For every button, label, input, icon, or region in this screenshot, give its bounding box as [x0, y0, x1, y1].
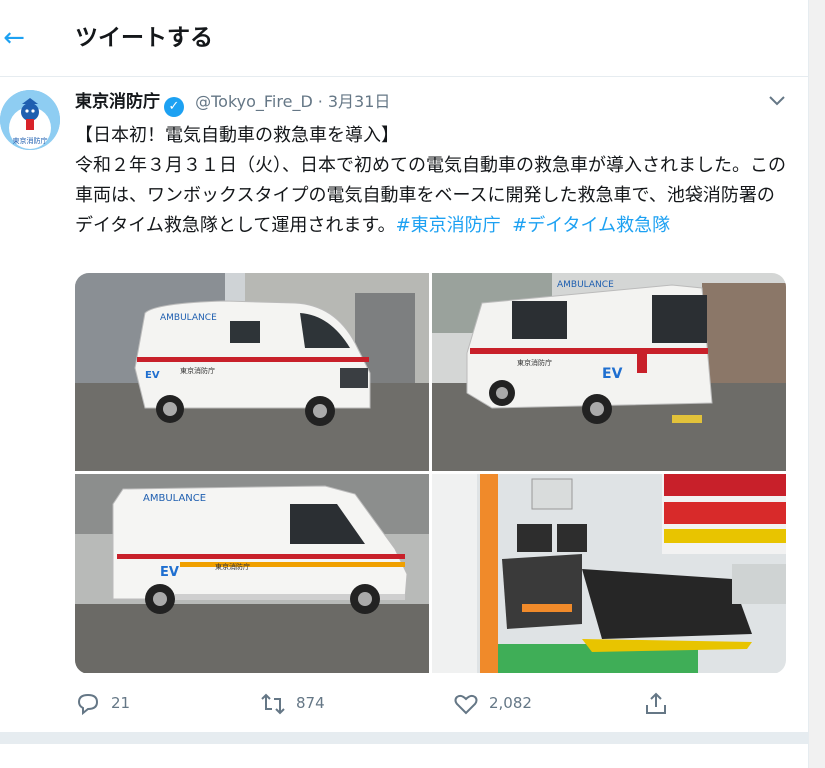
media-grid: AMBULANCE EV 東京消防庁 AMBULANCE EV 東京消防庁 AM…	[75, 273, 786, 674]
tweet-headline: 【日本初！電気自動車の救急車を導入】	[75, 125, 399, 146]
media-photo-1[interactable]: AMBULANCE EV 東京消防庁	[75, 273, 429, 471]
more-options-button[interactable]	[766, 91, 788, 113]
separator-dot: ·	[317, 92, 323, 111]
page-header: ← ツイートする	[0, 0, 808, 77]
svg-text:東京消防庁: 東京消防庁	[13, 136, 48, 145]
back-button[interactable]: ←	[0, 20, 28, 56]
chevron-down-icon	[769, 94, 785, 110]
like-button[interactable]: 2,082	[453, 685, 532, 721]
hashtag-link[interactable]: #デイタイム救急隊	[512, 215, 670, 236]
media-photo-3[interactable]: AMBULANCE EV 東京消防庁	[75, 474, 429, 673]
avatar[interactable]: 東京消防庁	[0, 90, 60, 150]
hashtag-link[interactable]: #東京消防庁	[396, 215, 501, 236]
tweet-date[interactable]: 3月31日	[328, 92, 391, 111]
ambulance-photo: AMBULANCE EV 東京消防庁	[75, 474, 429, 673]
page-title: ツイートする	[75, 25, 213, 51]
tweet-actions: 21 874 2,082	[75, 685, 787, 721]
share-button[interactable]	[643, 685, 679, 721]
scrollbar[interactable]	[809, 0, 825, 768]
reply-icon	[75, 691, 101, 717]
mascot-icon: 東京消防庁	[0, 90, 60, 150]
like-count: 2,082	[489, 694, 532, 712]
svg-text:東京消防庁: 東京消防庁	[180, 366, 215, 375]
svg-text:AMBULANCE: AMBULANCE	[557, 280, 614, 290]
svg-text:EV: EV	[602, 366, 623, 382]
media-photo-4[interactable]	[432, 474, 786, 673]
tweet-body-paragraph: 令和２年３月３１日（火）、日本で初めての電気自動車の救急車が導入されました。この…	[75, 151, 787, 241]
ambulance-photo: AMBULANCE EV 東京消防庁	[75, 273, 429, 471]
svg-text:EV: EV	[145, 370, 160, 381]
svg-text:東京消防庁: 東京消防庁	[517, 358, 552, 367]
section-divider	[0, 732, 808, 744]
svg-text:AMBULANCE: AMBULANCE	[160, 313, 217, 323]
retweet-icon	[260, 691, 286, 717]
ambulance-interior-photo	[432, 474, 786, 673]
handle[interactable]: @Tokyo_Fire_D	[195, 92, 313, 111]
tweet-author-line: 東京消防庁 ✓ @Tokyo_Fire_D · 3月31日	[75, 89, 391, 117]
retweet-button[interactable]: 874	[260, 685, 325, 721]
ambulance-photo: AMBULANCE EV 東京消防庁	[432, 273, 786, 471]
tweet: 東京消防庁 東京消防庁 ✓ @Tokyo_Fire_D · 3月31日 【日本初！電気…	[0, 77, 808, 732]
display-name[interactable]: 東京消防庁	[75, 92, 160, 112]
svg-text:東京消防庁: 東京消防庁	[215, 562, 250, 571]
share-icon	[643, 691, 669, 717]
main-column: ← ツイートする 東京消防庁 東京消防庁 ✓ @Tokyo_Fire_D · 3月31…	[0, 0, 809, 768]
tweet-text: 【日本初！電気自動車の救急車を導入】 令和２年３月３１日（火）、日本で初めての電…	[75, 121, 787, 241]
media-photo-2[interactable]: AMBULANCE EV 東京消防庁	[432, 273, 786, 471]
retweet-count: 874	[296, 694, 325, 712]
verified-badge-icon: ✓	[164, 97, 184, 117]
reply-button[interactable]: 21	[75, 685, 130, 721]
reply-count: 21	[111, 694, 131, 712]
arrow-left-icon: ←	[3, 23, 25, 53]
heart-icon	[453, 691, 479, 717]
next-section-peek	[0, 744, 808, 768]
svg-text:AMBULANCE: AMBULANCE	[143, 493, 206, 504]
svg-text:EV: EV	[160, 565, 179, 580]
